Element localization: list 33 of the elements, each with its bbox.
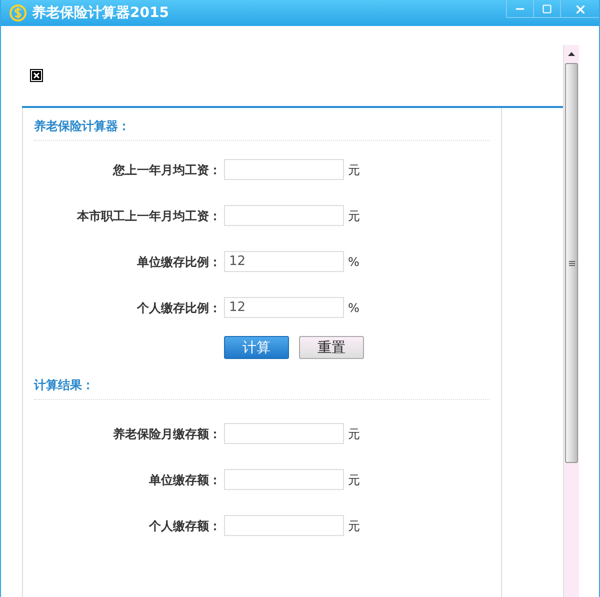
input-field[interactable] xyxy=(224,469,344,490)
grip-icon xyxy=(568,260,574,266)
input-field[interactable]: 12 xyxy=(224,251,344,272)
scroll-up-icon[interactable] xyxy=(568,52,575,56)
field-label: 个人缴存额： xyxy=(148,518,221,534)
input-field[interactable] xyxy=(224,515,344,536)
input-field[interactable] xyxy=(224,159,344,180)
unit-label: % xyxy=(348,300,360,316)
field-label: 您上一年月均工资： xyxy=(112,162,221,178)
input-field[interactable] xyxy=(224,205,344,226)
coin-icon xyxy=(9,4,27,22)
unit-label: 元 xyxy=(348,162,360,178)
scrollbar[interactable] xyxy=(563,45,579,597)
unit-label: 元 xyxy=(348,208,360,224)
input-field[interactable] xyxy=(224,423,344,444)
input-field[interactable]: 12 xyxy=(224,297,344,318)
scrollbar-thumb[interactable] xyxy=(565,63,578,463)
section-title: 养老保险计算器： xyxy=(34,119,130,133)
unit-label: % xyxy=(348,254,360,270)
close-icon xyxy=(574,2,586,16)
unit-label: 元 xyxy=(348,472,360,488)
field-label: 养老保险月缴存额： xyxy=(112,426,221,442)
unit-label: 元 xyxy=(348,426,360,442)
unit-label: 元 xyxy=(348,518,360,534)
maximize-icon xyxy=(542,4,552,14)
field-label: 本市职工上一年月均工资： xyxy=(76,208,221,224)
reset-button[interactable]: 重置 xyxy=(299,336,364,359)
field-label: 个人缴存比例： xyxy=(136,300,221,316)
section-title: 计算结果： xyxy=(34,378,94,392)
field-label: 单位缴存比例： xyxy=(136,254,221,270)
field-label: 单位缴存额： xyxy=(148,472,221,488)
broken-image-icon xyxy=(30,69,43,82)
window-title: 养老保险计算器2015 xyxy=(32,4,169,22)
